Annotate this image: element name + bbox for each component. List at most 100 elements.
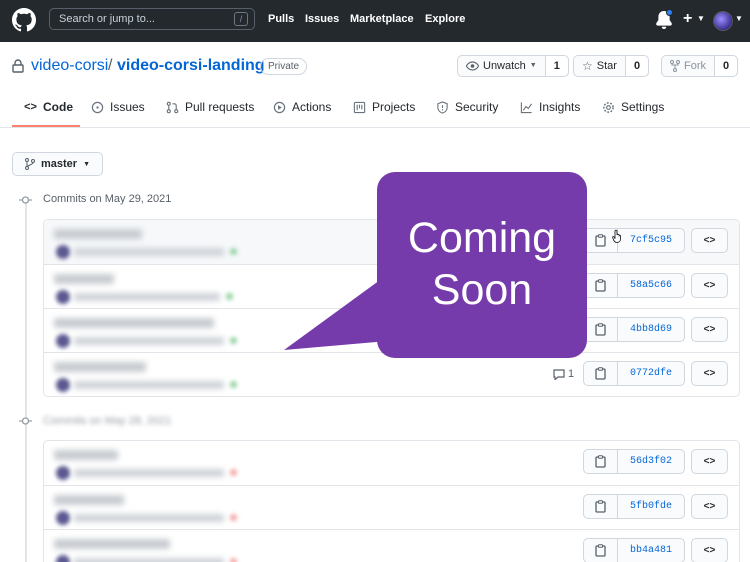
copy-sha-button[interactable] — [584, 318, 618, 341]
eye-icon — [466, 61, 479, 71]
commit-sha-group: 7cf5c95 — [583, 228, 685, 253]
gear-icon — [603, 101, 614, 113]
unwatch-label: Unwatch — [483, 60, 526, 72]
commit-message-redacted — [54, 229, 142, 239]
browse-repo-button[interactable]: <> — [691, 538, 728, 562]
unwatch-button[interactable]: Unwatch ▼ — [458, 56, 546, 76]
tab-insights-label: Insights — [539, 100, 581, 114]
commit-sha-link[interactable]: bb4a481 — [618, 539, 684, 562]
coming-soon-line-1: Coming — [407, 214, 557, 262]
avatar — [56, 511, 70, 525]
commits-date-heading: Commits on May 29, 2021 — [43, 193, 172, 205]
copy-sha-button[interactable] — [584, 362, 618, 385]
commit-message-redacted — [54, 274, 114, 284]
avatar — [56, 378, 70, 392]
browse-repo-button[interactable]: <> — [691, 449, 728, 474]
tab-security[interactable]: Security — [436, 100, 498, 114]
commit-row[interactable]: 5fb0fde <> — [44, 485, 739, 529]
commit-sha-group: 56d3f02 — [583, 449, 685, 474]
status-x-icon — [230, 469, 237, 476]
github-logo-icon[interactable] — [12, 8, 36, 32]
commit-sha-group: 0772dfe — [583, 361, 685, 386]
commit-timeline — [25, 199, 27, 562]
status-check-icon — [230, 337, 237, 344]
tab-insights[interactable]: Insights — [520, 100, 580, 114]
commit-meta-redacted — [74, 514, 224, 522]
repo-path-separator: / — [108, 57, 113, 74]
shield-icon — [437, 100, 448, 114]
tab-projects[interactable]: Projects — [353, 100, 415, 114]
tab-projects-label: Projects — [372, 100, 416, 114]
fork-button-group: Fork 0 — [661, 55, 739, 77]
avatar[interactable] — [713, 11, 733, 31]
global-header: Search or jump to... / Pulls Issues Mark… — [0, 0, 750, 42]
tab-issues[interactable]: Issues — [91, 100, 145, 114]
nav-explore[interactable]: Explore — [425, 13, 465, 25]
commit-message-redacted — [54, 450, 118, 460]
tab-actions[interactable]: Actions — [273, 100, 331, 114]
commit-sha-group: 4bb8d69 — [583, 317, 685, 342]
browse-repo-button[interactable]: <> — [691, 317, 728, 342]
branch-name: master — [41, 158, 78, 170]
project-icon — [353, 101, 366, 113]
watchers-count[interactable]: 1 — [545, 56, 568, 76]
commit-sha-link[interactable]: 56d3f02 — [618, 450, 684, 473]
commit-sha-link[interactable]: 58a5c66 — [618, 274, 684, 297]
browse-repo-button[interactable]: <> — [691, 228, 728, 253]
fork-button[interactable]: Fork — [662, 56, 715, 76]
commit-sha-link[interactable]: 7cf5c95 — [618, 229, 684, 252]
commit-sha-link[interactable]: 4bb8d69 — [618, 318, 684, 341]
stars-count[interactable]: 0 — [625, 56, 649, 76]
branch-select-button[interactable]: master ▼ — [12, 152, 103, 176]
status-x-icon — [230, 558, 237, 562]
row-fade — [264, 441, 324, 485]
forks-count[interactable]: 0 — [715, 56, 738, 76]
copy-sha-button[interactable] — [584, 274, 618, 297]
nav-pulls[interactable]: Pulls — [268, 13, 294, 25]
chevron-down-icon: ▼ — [697, 14, 705, 23]
status-check-icon — [230, 248, 237, 255]
commit-row[interactable]: 56d3f02 <> — [44, 441, 739, 485]
nav-marketplace[interactable]: Marketplace — [350, 13, 414, 25]
fork-icon — [670, 60, 680, 72]
browse-repo-button[interactable]: <> — [691, 273, 728, 298]
star-button[interactable]: ☆ Star — [574, 56, 626, 76]
hand-cursor-icon — [612, 229, 621, 243]
browse-repo-button[interactable]: <> — [691, 361, 728, 386]
commit-sha-link[interactable]: 0772dfe — [618, 362, 684, 385]
clipboard-icon — [595, 455, 606, 468]
pull-request-icon — [166, 101, 179, 113]
commit-list: 56d3f02 <> 5fb0fde <> bb4a481 <> — [43, 440, 740, 562]
code-icon: <> — [24, 101, 37, 113]
comment-count[interactable]: 1 — [553, 368, 574, 380]
copy-sha-button[interactable] — [584, 495, 618, 518]
commit-row[interactable]: bb4a481 <> — [44, 529, 739, 562]
search-input[interactable]: Search or jump to... / — [49, 8, 255, 30]
tab-code[interactable]: <> Code — [24, 100, 73, 114]
repo-name-link[interactable]: video-corsi-landing — [117, 57, 265, 75]
create-new-icon[interactable]: + — [683, 10, 692, 28]
private-badge: Private — [260, 58, 308, 75]
browse-repo-button[interactable]: <> — [691, 494, 728, 519]
commit-node-icon — [19, 417, 32, 425]
tab-pull-requests-label: Pull requests — [185, 100, 255, 114]
commit-sha-link[interactable]: 5fb0fde — [618, 495, 684, 518]
notification-dot-icon — [666, 9, 673, 16]
tab-settings[interactable]: Settings — [602, 100, 664, 114]
copy-sha-button[interactable] — [584, 539, 618, 562]
chevron-down-icon: ▼ — [83, 160, 91, 168]
copy-sha-button[interactable] — [584, 450, 618, 473]
tab-pull-requests[interactable]: Pull requests — [166, 100, 254, 114]
play-icon — [273, 101, 286, 113]
coming-soon-line-2: Soon — [431, 266, 533, 314]
commit-message-redacted — [54, 495, 124, 505]
commit-message-redacted — [54, 362, 146, 372]
commit-sha-group: bb4a481 — [583, 538, 685, 562]
nav-issues[interactable]: Issues — [305, 13, 339, 25]
clipboard-icon — [595, 279, 606, 292]
avatar — [56, 245, 70, 259]
repo-owner-link[interactable]: video-corsi — [31, 57, 108, 75]
row-fade — [264, 220, 324, 264]
commit-message-redacted — [54, 318, 214, 328]
status-x-icon — [230, 514, 237, 521]
